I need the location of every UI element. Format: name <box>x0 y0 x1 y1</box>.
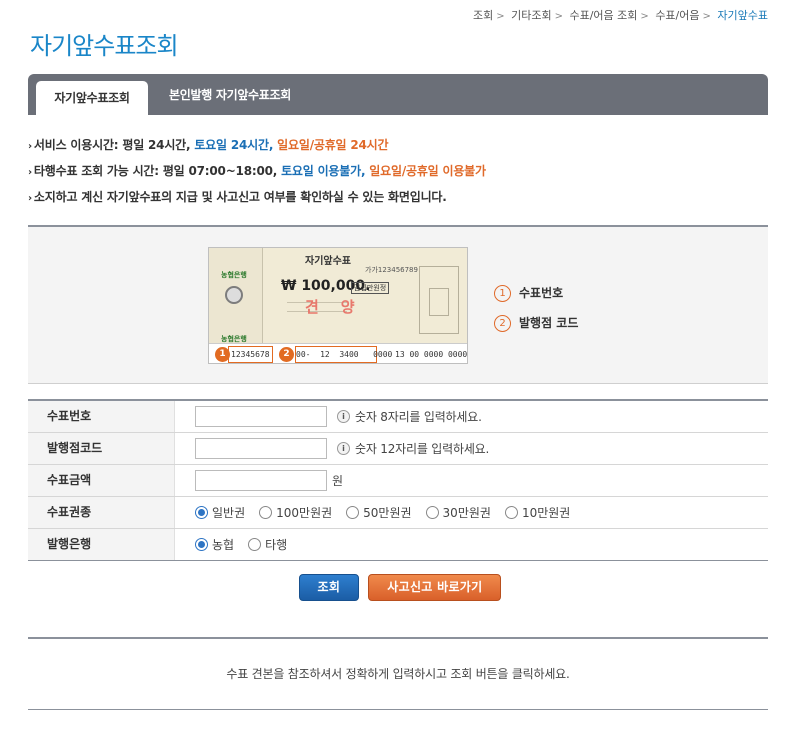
check-serial: 가가123456789 <box>365 266 418 274</box>
issuing-bank-radio-other[interactable]: 타행 <box>248 536 287 553</box>
chevron-right-icon: › <box>28 193 32 204</box>
amount-unit: 원 <box>332 474 344 488</box>
tab-check-inquiry[interactable]: 자기앞수표조회 <box>36 81 148 115</box>
breadcrumb-item[interactable]: 수표/어음 조회 <box>569 9 637 22</box>
radio-button[interactable] <box>346 506 360 519</box>
check-type-radio-300k[interactable]: 30만원권 <box>425 504 491 521</box>
circled-2-icon: 2 <box>494 315 511 332</box>
notice-service-hours: › 서비스 이용시간: 평일 24시간, 토요일 24시간, 일요일/공휴일 24… <box>28 138 389 152</box>
check-number-input[interactable] <box>195 406 327 427</box>
info-icon: i <box>337 410 350 423</box>
check-title: 자기앞수표 <box>305 256 351 267</box>
check-amount-korean: 금십만원정 <box>351 282 390 294</box>
search-button[interactable]: 조회 <box>298 574 360 601</box>
breadcrumb-item[interactable]: 수표/어음 <box>655 9 699 22</box>
chevron-right-icon: › <box>28 141 32 152</box>
form-row-amount: 수표금액 원 <box>28 465 768 497</box>
check-number-hint: 숫자 8자리를 입력하세요. <box>355 410 482 424</box>
chevron-right-icon: > <box>702 11 711 22</box>
account-code: 13 00 0000 0000 <box>395 350 468 359</box>
check-type-radio-1m[interactable]: 100만원권 <box>259 504 332 521</box>
page-title: 자기앞수표조회 <box>30 32 179 60</box>
radio-button[interactable] <box>259 506 273 519</box>
radio-button[interactable] <box>195 506 208 519</box>
notice-description: › 소지하고 계신 자기앞수표의 지급 및 사고신고 여부를 확인하실 수 있는 … <box>28 190 447 204</box>
legend-branch-code: 2 발행점 코드 <box>494 314 578 332</box>
breadcrumb-item[interactable]: 조회 <box>473 9 493 22</box>
form-row-branch-code: 발행점코드 i 숫자 12자리를 입력하세요. <box>28 433 768 465</box>
check-type-label: 수표권종 <box>28 497 175 528</box>
tab-own-issued-check-inquiry[interactable]: 본인발행 자기앞수표조회 <box>169 80 291 114</box>
button-group: 조회 사고신고 바로가기 <box>0 574 800 601</box>
guide-note-box: 수표 견본을 참조하셔서 정확하게 입력하시고 조회 버튼을 클릭하세요. <box>28 637 768 710</box>
chevron-right-icon: > <box>496 11 505 22</box>
bank-seal-icon <box>225 286 243 304</box>
branch-code-hint: 숫자 12자리를 입력하세요. <box>355 442 490 456</box>
check-number-label: 수표번호 <box>28 401 175 432</box>
radio-button[interactable] <box>504 506 518 519</box>
info-icon: i <box>337 442 350 455</box>
report-accident-button[interactable]: 사고신고 바로가기 <box>368 574 502 601</box>
radio-button[interactable] <box>195 538 208 551</box>
issuing-bank-label: 발행은행 <box>28 529 175 560</box>
amount-label: 수표금액 <box>28 465 175 496</box>
breadcrumb: 조회 > 기타조회 > 수표/어음 조회 > 수표/어음 > 자기앞수표 <box>473 7 768 23</box>
check-type-radio-100k[interactable]: 10만원권 <box>504 504 570 521</box>
issuing-bank-radio-nonghyup[interactable]: 농협 <box>195 536 234 553</box>
branch-code-label: 발행점코드 <box>28 433 175 464</box>
check-sample-panel: 농협은행 농협은행 자기앞수표 가가123456789 ₩ 100,000. 금… <box>28 225 768 384</box>
branch-code: 00- 12 3400 0000 <box>295 346 392 363</box>
check-sample-image: 농협은행 농협은행 자기앞수표 가가123456789 ₩ 100,000. 금… <box>208 247 468 364</box>
circled-1-icon: 1 <box>494 285 511 302</box>
inquiry-form: 수표번호 i 숫자 8자리를 입력하세요. 발행점코드 i 숫자 12자리를 입… <box>28 399 768 561</box>
notice-other-bank-hours: › 타행수표 조회 가능 시간: 평일 07:00~18:00, 토요일 이용불가… <box>28 164 486 178</box>
sample-stamp: 견양 <box>305 298 377 316</box>
amount-input[interactable] <box>195 470 327 491</box>
chevron-right-icon: > <box>554 11 563 22</box>
form-row-check-number: 수표번호 i 숫자 8자리를 입력하세요. <box>28 401 768 433</box>
micr-line: 1 12345678 2 00- 12 3400 0000 13 00 0000… <box>209 343 468 363</box>
marker-2-icon: 2 <box>279 347 294 362</box>
chevron-right-icon: > <box>640 11 649 22</box>
legend-check-number: 1 수표번호 <box>494 284 563 302</box>
chevron-right-icon: › <box>28 167 32 178</box>
breadcrumb-item[interactable]: 기타조회 <box>511 9 551 22</box>
guide-note: 수표 견본을 참조하셔서 정확하게 입력하시고 조회 버튼을 클릭하세요. <box>226 667 570 681</box>
notice-list: › 서비스 이용시간: 평일 24시간, 토요일 24시간, 일요일/공휴일 24… <box>28 137 768 215</box>
tab-bar: 자기앞수표조회 본인발행 자기앞수표조회 <box>28 74 768 115</box>
form-row-issuing-bank: 발행은행 농협 타행 <box>28 529 768 561</box>
branch-code-input[interactable] <box>195 438 327 459</box>
form-row-check-type: 수표권종 일반권 100만원권 50만원권 30만원권 10만원권 <box>28 497 768 529</box>
bank-logo: 농협은행 <box>221 271 247 279</box>
breadcrumb-current: 자기앞수표 <box>717 9 768 22</box>
radio-button[interactable] <box>425 506 439 519</box>
check-number-code: 12345678 <box>228 346 273 363</box>
radio-button[interactable] <box>248 538 262 551</box>
check-type-radio-general[interactable]: 일반권 <box>195 504 245 521</box>
check-type-radio-500k[interactable]: 50만원권 <box>346 504 412 521</box>
